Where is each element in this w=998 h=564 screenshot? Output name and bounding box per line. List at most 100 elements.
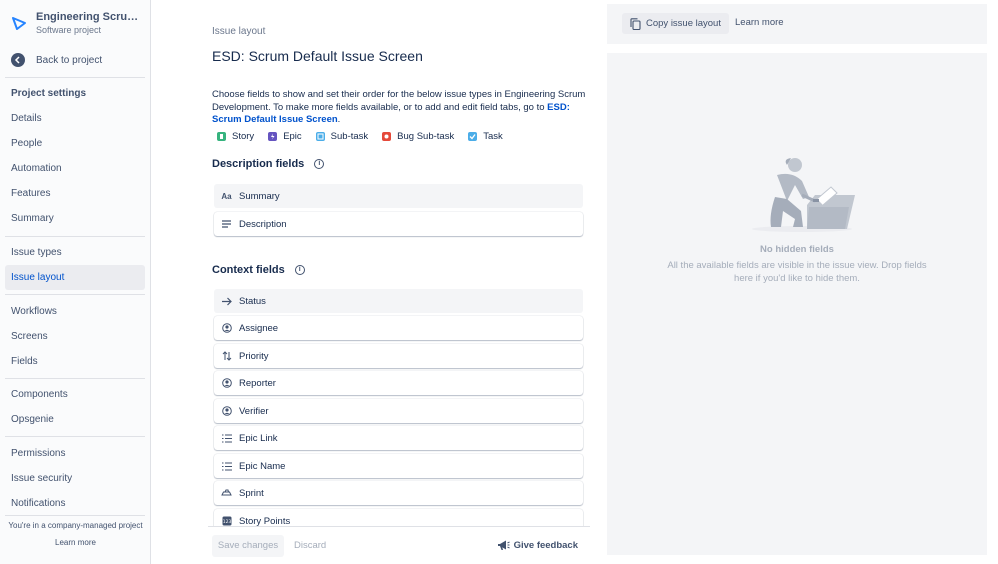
- sub-task-icon: [315, 132, 325, 141]
- field-label: Story Points: [239, 515, 291, 527]
- back-to-project-link[interactable]: Back to project: [11, 52, 102, 68]
- sidebar-item-permissions[interactable]: Permissions: [5, 441, 145, 466]
- field-assignee[interactable]: Assignee: [214, 316, 583, 340]
- sidebar-item-notifications[interactable]: Notifications: [5, 491, 145, 516]
- breadcrumb[interactable]: Issue layout: [212, 26, 265, 37]
- issue-type-sub-task: Sub-task: [315, 131, 369, 142]
- sidebar-learn-more-link[interactable]: Learn more: [0, 538, 151, 547]
- copy-issue-layout-button[interactable]: Copy issue layout: [622, 13, 729, 34]
- project-sidebar: Engineering Scrum Development Software p…: [0, 0, 151, 564]
- sidebar-item-summary[interactable]: Summary: [5, 206, 145, 231]
- context-fields-heading: Context fields i: [212, 264, 305, 276]
- issue-type-label: Story: [232, 131, 255, 142]
- field-priority[interactable]: Priority: [214, 344, 583, 368]
- arrow-left-icon: [11, 53, 25, 67]
- sidebar-item-screens[interactable]: Screens: [5, 324, 145, 349]
- issue-type-list: Story Epic Sub-task Bug Sub-task Task: [217, 131, 517, 142]
- sidebar-item-components[interactable]: Components: [5, 382, 145, 407]
- issue-type-label: Bug Sub-task: [397, 131, 455, 142]
- issue-type-story: Story: [217, 131, 254, 142]
- description-text: Choose fields to show and set their orde…: [212, 89, 586, 113]
- divider: [5, 236, 145, 237]
- field-status[interactable]: Status: [214, 289, 583, 313]
- divider: [5, 77, 145, 78]
- description-fields-title: Description fields: [212, 158, 305, 170]
- field-summary[interactable]: Aa Summary: [214, 184, 583, 208]
- person-icon: [221, 323, 232, 334]
- save-changes-button[interactable]: Save changes: [212, 535, 284, 557]
- person-icon: [221, 406, 232, 417]
- paragraph-icon: [221, 219, 232, 230]
- context-fields-title: Context fields: [212, 264, 285, 276]
- issue-type-task: Task: [468, 131, 503, 142]
- sidebar-item-issue-types[interactable]: Issue types: [5, 240, 145, 265]
- field-label: Reporter: [239, 377, 276, 389]
- field-label: Assignee: [239, 322, 279, 334]
- issue-type-bug-sub-task: Bug Sub-task: [382, 131, 454, 142]
- divider: [5, 378, 145, 379]
- right-panel-toolbar: Copy issue layout Learn more: [607, 4, 987, 44]
- task-checkbox-icon: [468, 132, 478, 141]
- field-label: Priority: [239, 350, 269, 362]
- field-label: Epic Name: [239, 460, 286, 472]
- discard-button[interactable]: Discard: [294, 535, 326, 557]
- bug-icon: [382, 132, 392, 141]
- field-epic-link[interactable]: Epic Link: [214, 426, 583, 450]
- issue-type-label: Task: [483, 131, 503, 142]
- page-title: ESD: Scrum Default Issue Screen: [212, 48, 423, 64]
- sprint-icon: [221, 488, 232, 499]
- empty-state-illustration: [752, 158, 855, 232]
- sidebar-item-fields[interactable]: Fields: [5, 349, 145, 374]
- issue-type-label: Sub-task: [330, 131, 369, 142]
- field-label: Sprint: [239, 487, 264, 499]
- field-sprint[interactable]: Sprint: [214, 481, 583, 505]
- action-bar: Save changes Discard Give feedback: [208, 526, 590, 564]
- company-managed-note: You're in a company-managed project: [8, 521, 143, 530]
- field-verifier[interactable]: Verifier: [214, 399, 583, 423]
- person-icon: [221, 378, 232, 389]
- sidebar-item-details[interactable]: Details: [5, 106, 145, 131]
- divider: [5, 436, 145, 437]
- give-feedback-button[interactable]: Give feedback: [497, 539, 578, 551]
- field-reporter[interactable]: Reporter: [214, 371, 583, 395]
- learn-more-button[interactable]: Learn more: [735, 17, 784, 28]
- info-icon[interactable]: i: [294, 265, 305, 275]
- description-end: .: [337, 114, 341, 125]
- epic-icon: [268, 132, 278, 141]
- field-label: Verifier: [239, 405, 269, 417]
- description-fields-heading: Description fields i: [212, 158, 325, 170]
- project-logo-icon: [12, 17, 26, 30]
- info-icon[interactable]: i: [314, 159, 325, 169]
- field-label: Description: [239, 218, 287, 230]
- sidebar-item-automation[interactable]: Automation: [5, 156, 145, 181]
- sidebar-item-issue-layout[interactable]: Issue layout: [5, 265, 145, 290]
- page-description: Choose fields to show and set their orde…: [212, 89, 592, 127]
- field-description[interactable]: Description: [214, 212, 583, 236]
- field-label: Epic Link: [239, 432, 278, 444]
- hidden-fields-panel[interactable]: No hidden fields All the available field…: [607, 53, 987, 555]
- divider: [5, 294, 145, 295]
- list-icon: [221, 461, 232, 472]
- empty-state-title: No hidden fields: [760, 244, 834, 255]
- divider: [5, 515, 145, 516]
- project-name: Engineering Scrum Development: [36, 11, 146, 23]
- copy-icon: [630, 17, 641, 30]
- sidebar-item-people[interactable]: People: [5, 131, 145, 156]
- megaphone-icon: [497, 540, 510, 550]
- copy-issue-layout-label: Copy issue layout: [646, 18, 721, 29]
- svg-text:123: 123: [222, 519, 231, 525]
- field-epic-name[interactable]: Epic Name: [214, 454, 583, 478]
- sidebar-item-features[interactable]: Features: [5, 181, 145, 206]
- number-icon: 123: [221, 516, 232, 527]
- project-header[interactable]: Engineering Scrum Development Software p…: [11, 11, 147, 37]
- issue-type-label: Epic: [283, 131, 302, 142]
- sidebar-item-workflows[interactable]: Workflows: [5, 299, 145, 324]
- field-label: Summary: [239, 190, 280, 202]
- text-format-icon: Aa: [221, 191, 232, 201]
- empty-state-description: All the available fields are visible in …: [667, 260, 927, 284]
- sidebar-item-issue-security[interactable]: Issue security: [5, 466, 145, 491]
- sidebar-item-opsgenie[interactable]: Opsgenie: [5, 407, 145, 432]
- priority-arrows-icon: [221, 351, 232, 362]
- back-label: Back to project: [36, 54, 103, 66]
- arrow-right-icon: [221, 296, 232, 307]
